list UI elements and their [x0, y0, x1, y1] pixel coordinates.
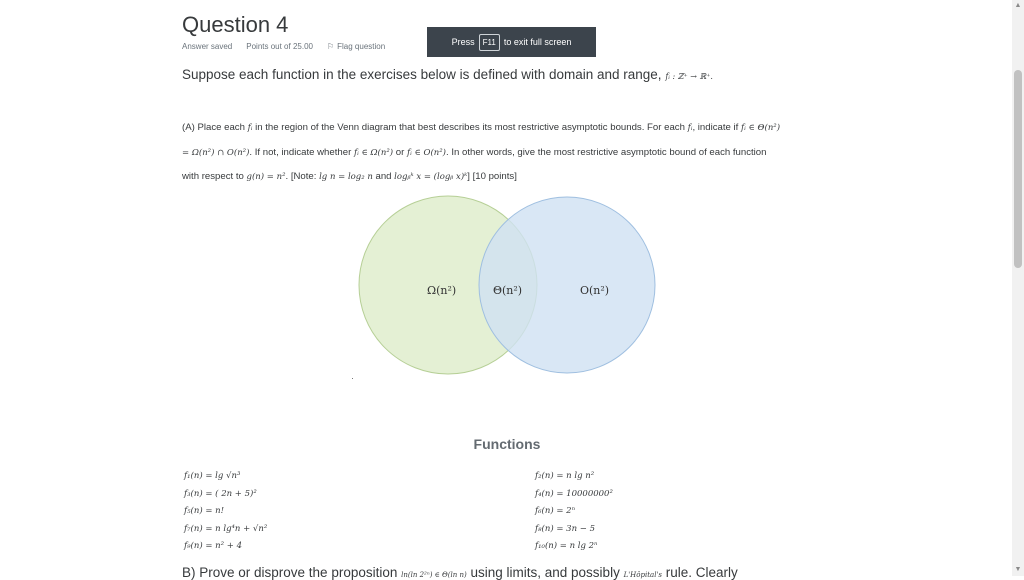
- part-a-text-span: . [Note:: [285, 171, 320, 182]
- part-a-text-span: ] [10 points]: [467, 171, 517, 182]
- function-item[interactable]: f₉(n) = n² + 4: [184, 538, 267, 556]
- function-item[interactable]: f₁₀(n) = n lg 2ⁿ: [535, 538, 613, 556]
- function-item[interactable]: f₂(n) = n lg n²: [535, 468, 613, 486]
- venn-theta-label: Θ(n²): [493, 284, 522, 297]
- part-a-line-3: with respect to g(n) = n². [Note: lg n =…: [182, 165, 842, 190]
- function-item[interactable]: f₇(n) = n lg⁴n + √n²: [184, 521, 267, 539]
- part-a-text: (A) Place each fᵢ in the region of the V…: [182, 116, 842, 190]
- part-a-line-1: (A) Place each fᵢ in the region of the V…: [182, 116, 842, 141]
- part-b-text: B) Prove or disprove the proposition ln(…: [182, 565, 738, 580]
- part-b-text-span: rule. Clearly: [665, 565, 738, 580]
- flag-question-link[interactable]: ⚐ Flag question: [327, 42, 385, 51]
- part-a-line-2: = Ω(n²) ∩ O(n²). If not, indicate whethe…: [182, 141, 842, 166]
- part-a-math: logᵦᵏ x = (logᵦ x)ᵏ: [394, 172, 468, 182]
- part-b-text-span: B) Prove or disprove the proposition: [182, 565, 398, 580]
- scroll-down-arrow-icon[interactable]: ▼: [1014, 566, 1022, 574]
- question-points: Points out of 25.00: [246, 42, 313, 51]
- function-item[interactable]: f₈(n) = 3n − 5: [535, 521, 613, 539]
- function-item[interactable]: f₁(n) = lg √n³: [184, 468, 267, 486]
- fullscreen-suffix: to exit full screen: [503, 37, 572, 47]
- function-item[interactable]: f₆(n) = 2ⁿ: [535, 503, 613, 521]
- part-a-math: fᵢ ∈ Θ(n²): [740, 123, 781, 133]
- part-a-text-span: in the region of the Venn diagram that b…: [252, 122, 688, 133]
- part-a-text-span: with respect to: [182, 171, 247, 182]
- intro-text: Suppose each function in the exercises b…: [182, 67, 662, 82]
- part-a-text-span: . If not, indicate whether: [249, 146, 354, 158]
- functions-right-column: f₂(n) = n lg n² f₄(n) = 10000000² f₆(n) …: [535, 468, 613, 556]
- venn-diagram: Ω(n²) Θ(n²) O(n²): [358, 195, 656, 375]
- question-intro: Suppose each function in the exercises b…: [182, 67, 713, 82]
- part-a-text-span: or: [393, 146, 407, 158]
- part-b-math: ln(ln 2²ⁿ) ∈ Θ(ln n): [401, 571, 467, 579]
- scrollbar-thumb[interactable]: [1014, 70, 1022, 268]
- functions-left-column: f₁(n) = lg √n³ f₃(n) = ( 2n + 5)² f₅(n) …: [184, 468, 267, 556]
- question-info: Answer saved Points out of 25.00 ⚐ Flag …: [182, 42, 385, 51]
- function-item[interactable]: f₄(n) = 10000000²: [535, 486, 613, 504]
- question-title: Question 4: [182, 12, 289, 37]
- fullscreen-prefix: Press: [451, 37, 475, 47]
- function-item[interactable]: f₅(n) = n!: [184, 503, 267, 521]
- part-a-text-span: (A) Place each: [182, 122, 248, 133]
- fullscreen-key: F11: [478, 33, 500, 51]
- part-a-math: fᵢ ∈ Ω(n²): [353, 147, 394, 158]
- stray-dot: [352, 378, 353, 379]
- part-a-math: fᵢ ∈ O(n²): [406, 147, 446, 158]
- flag-icon: ⚐: [326, 42, 335, 51]
- scroll-up-arrow-icon[interactable]: ▲: [1014, 2, 1022, 10]
- answer-status: Answer saved: [182, 42, 233, 51]
- functions-title: Functions: [473, 436, 541, 452]
- part-a-text-span: . In other words, give the most restrict…: [445, 146, 767, 158]
- venn-omega-label: Ω(n²): [427, 284, 456, 297]
- part-a-math: lg n = log₂ n: [319, 172, 373, 182]
- fullscreen-notice: Press F11 to exit full screen: [427, 27, 596, 57]
- part-a-text-span: and: [372, 171, 395, 182]
- venn-o-label: O(n²): [580, 284, 609, 297]
- intro-math: fᵢ : ℤ⁺ → ℝ⁺.: [665, 72, 713, 81]
- part-a-text-span: , indicate if: [692, 122, 741, 133]
- function-item[interactable]: f₃(n) = ( 2n + 5)²: [184, 486, 267, 504]
- part-b-text-span: using limits, and possibly: [470, 565, 620, 580]
- part-a-math: g(n) = n²: [246, 172, 286, 182]
- page-scrollbar[interactable]: ▲ ▼: [1012, 0, 1024, 576]
- part-a-math: = Ω(n²) ∩ O(n²): [182, 147, 250, 158]
- part-b-math: L'Hôpital's: [623, 571, 662, 579]
- flag-question-label: Flag question: [337, 42, 386, 51]
